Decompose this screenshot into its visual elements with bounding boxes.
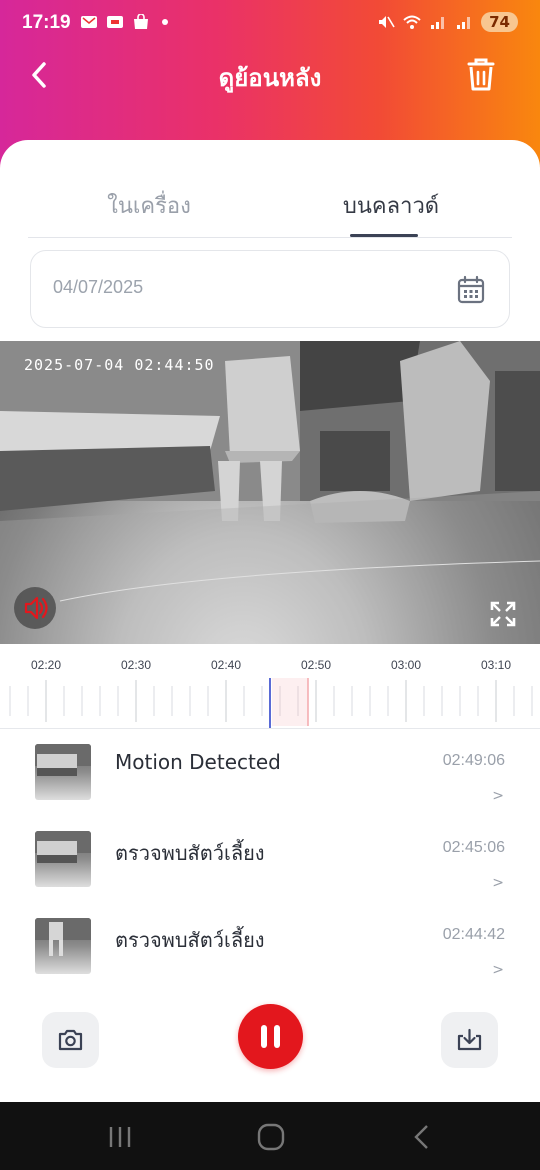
date-picker-field[interactable]: 04/07/2025 xyxy=(30,250,510,328)
fullscreen-icon[interactable] xyxy=(490,601,516,627)
timeline-label: 02:50 xyxy=(300,658,332,672)
message-icon xyxy=(81,16,97,28)
top-app-bar: ดูย้อนหลัง xyxy=(0,50,540,100)
page-title: ดูย้อนหลัง xyxy=(218,64,322,92)
playback-timeline[interactable]: 02:20 02:30 02:40 02:50 03:00 03:10 xyxy=(0,644,540,729)
event-title: ตรวจพบสัตว์เลี้ยง xyxy=(115,928,265,952)
status-time: 17:19 xyxy=(22,12,71,33)
speaker-muted-icon[interactable] xyxy=(14,587,56,629)
sim-icon xyxy=(107,16,123,28)
event-thumbnail xyxy=(35,831,91,887)
timeline-label: 02:40 xyxy=(210,658,242,672)
system-navigation-bar xyxy=(0,1102,540,1170)
event-item[interactable]: ตรวจพบสัตว์เลี้ยง 02:45:06 > xyxy=(0,819,540,905)
video-player[interactable]: 2025-07-04 02:44:50 xyxy=(0,341,540,644)
event-title: ตรวจพบสัตว์เลี้ยง xyxy=(115,841,265,865)
mute-icon xyxy=(379,16,395,28)
trash-icon[interactable] xyxy=(464,55,498,95)
status-bar: 17:19 74 xyxy=(0,0,540,50)
download-icon xyxy=(457,1028,482,1051)
tab-device[interactable]: ในเครื่อง xyxy=(28,188,270,223)
camera-icon xyxy=(58,1029,83,1051)
event-thumbnail xyxy=(35,744,91,800)
timeline-event-marker xyxy=(272,678,308,726)
playback-controls xyxy=(0,1000,540,1080)
calendar-icon[interactable] xyxy=(457,275,485,305)
pause-icon xyxy=(261,1025,280,1048)
event-time: 02:44:42 xyxy=(442,926,505,943)
event-title: Motion Detected xyxy=(115,750,281,774)
snapshot-button[interactable] xyxy=(42,1012,99,1068)
battery-indicator: 74 xyxy=(481,12,518,32)
status-right-icons: 74 xyxy=(377,12,518,32)
shopping-bag-icon xyxy=(134,14,148,29)
timeline-label: 02:20 xyxy=(30,658,62,672)
home-icon[interactable] xyxy=(256,1122,286,1152)
tab-bar: ในเครื่อง บนคลาวด์ xyxy=(28,180,512,238)
event-time: 02:45:06 xyxy=(442,839,505,856)
camera-scene xyxy=(0,341,540,644)
timeline-label: 03:10 xyxy=(480,658,512,672)
download-button[interactable] xyxy=(441,1012,498,1068)
event-item[interactable]: ตรวจพบสัตว์เลี้ยง 02:44:42 > xyxy=(0,906,540,992)
date-value: 04/07/2025 xyxy=(53,277,144,297)
status-left-icons xyxy=(80,14,168,30)
timeline-label: 02:30 xyxy=(120,658,152,672)
chevron-right-icon: > xyxy=(492,875,504,891)
signal-icon xyxy=(431,17,445,29)
tab-cloud[interactable]: บนคลาวด์ xyxy=(270,188,512,223)
recent-apps-icon[interactable] xyxy=(105,1122,135,1152)
event-time: 02:49:06 xyxy=(442,752,505,769)
pause-button[interactable] xyxy=(238,1004,303,1069)
notification-dot-icon xyxy=(162,19,168,25)
event-item[interactable]: Motion Detected 02:49:06 > xyxy=(0,732,540,818)
chevron-right-icon: > xyxy=(492,788,504,804)
active-tab-indicator xyxy=(350,234,418,237)
video-timestamp: 2025-07-04 02:44:50 xyxy=(24,356,215,374)
wifi-icon xyxy=(403,15,421,29)
timeline-ticks[interactable] xyxy=(0,678,540,728)
back-icon[interactable] xyxy=(407,1122,437,1152)
event-thumbnail xyxy=(35,918,91,974)
chevron-right-icon: > xyxy=(492,962,504,978)
signal-icon xyxy=(457,17,471,29)
timeline-label: 03:00 xyxy=(390,658,422,672)
